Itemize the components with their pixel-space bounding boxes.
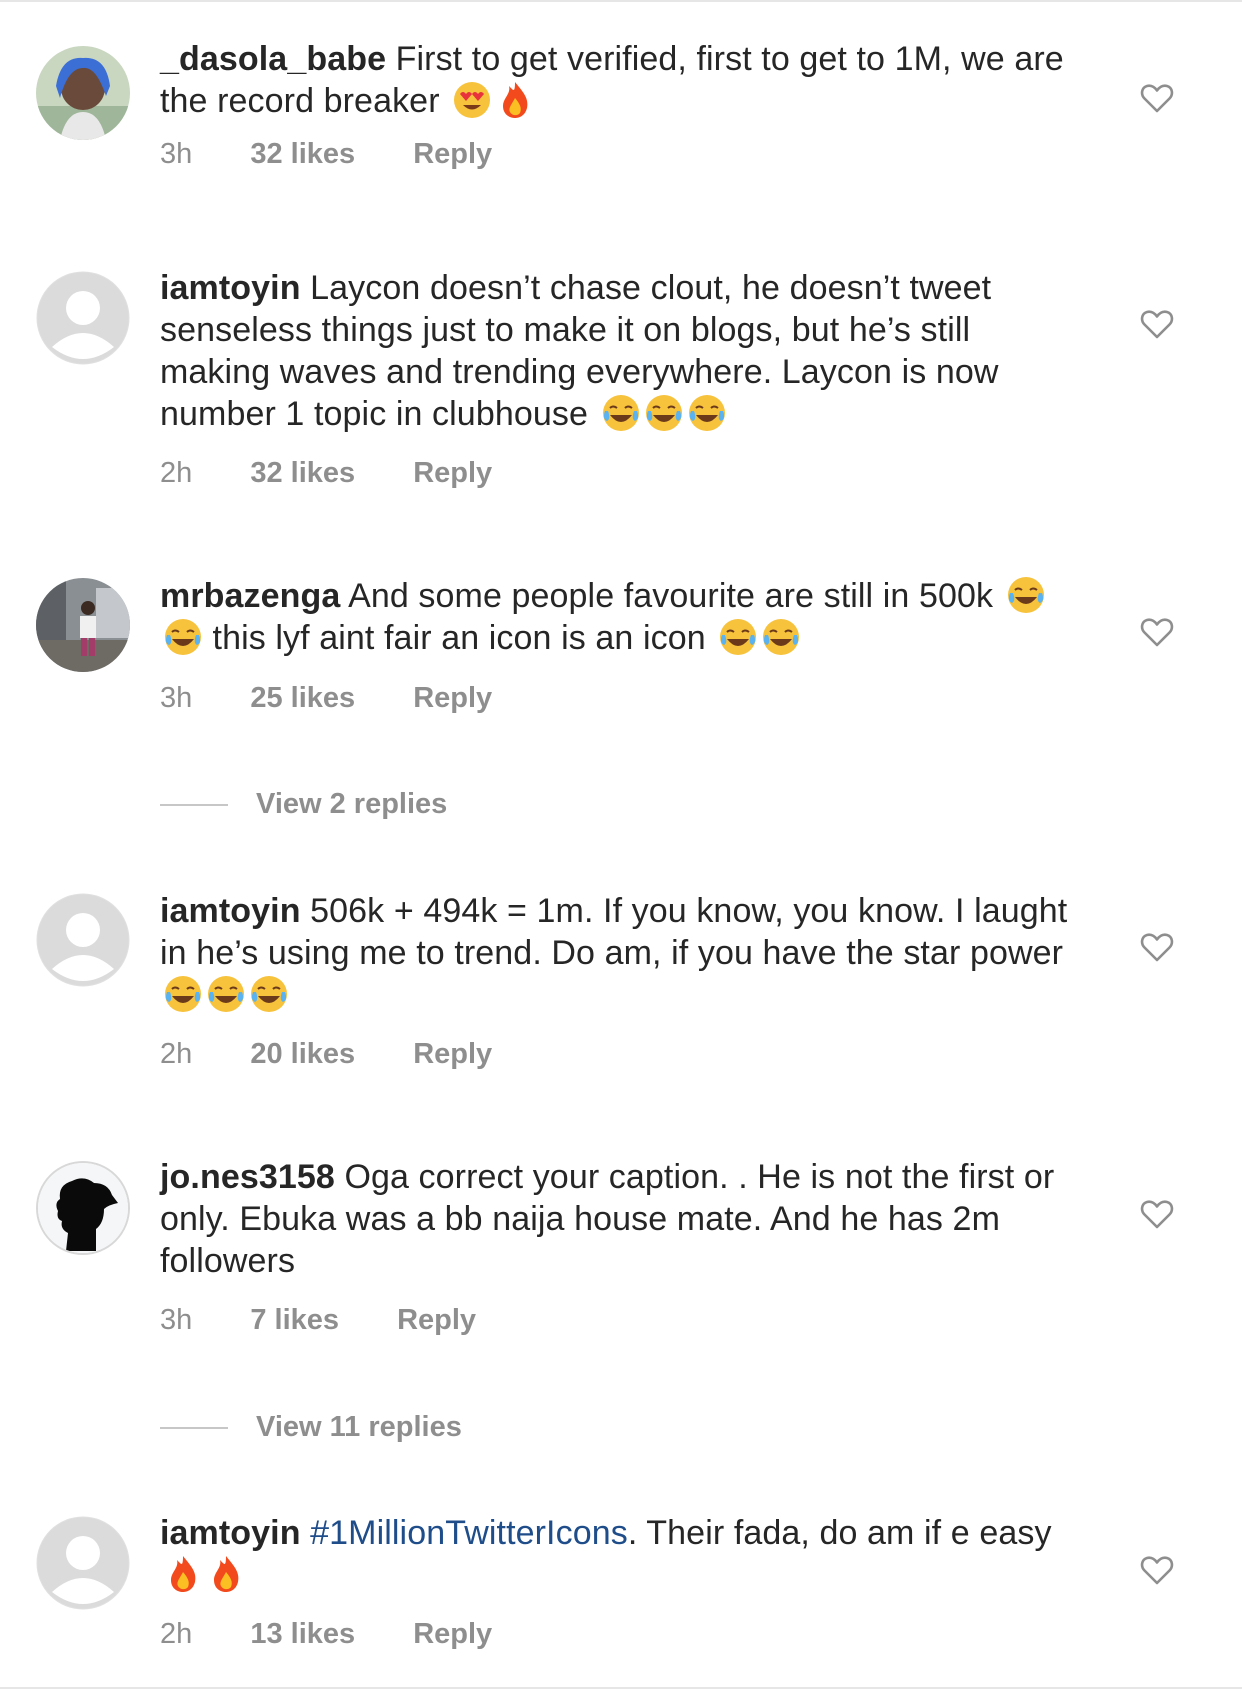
fire-emoji xyxy=(163,1554,203,1594)
tears-of-joy-emoji xyxy=(249,974,289,1014)
user-avatar[interactable] xyxy=(36,1161,130,1255)
user-avatar[interactable] xyxy=(36,1516,130,1610)
comment-likes[interactable]: 13 likes xyxy=(250,1616,355,1652)
top-divider xyxy=(0,0,1242,2)
like-heart-icon[interactable] xyxy=(1139,80,1175,116)
comment-time: 3h xyxy=(160,682,193,714)
tears-of-joy-emoji xyxy=(601,393,641,433)
comment-meta: 3h 32 likes Reply xyxy=(160,136,492,172)
comment-meta: 2h 20 likes Reply xyxy=(160,1036,492,1072)
comment-username[interactable]: _dasola_babe xyxy=(160,40,386,78)
comment-body: iamtoyin 506k + 494k = 1m. If you know, … xyxy=(160,890,1080,1016)
comment-time: 2h xyxy=(160,1618,193,1650)
reply-button[interactable]: Reply xyxy=(397,1302,476,1338)
comment-username[interactable]: mrbazenga xyxy=(160,577,340,615)
hashtag-link[interactable]: #1MillionTwitterIcons xyxy=(310,1514,628,1552)
fire-emoji xyxy=(206,1554,246,1594)
tears-of-joy-emoji xyxy=(206,974,246,1014)
reply-button[interactable]: Reply xyxy=(413,136,492,172)
comment-body: iamtoyin #1MillionTwitterIcons. Their fa… xyxy=(160,1512,1080,1596)
comment-text: And some people favourite are still in 5… xyxy=(348,577,994,615)
like-heart-icon[interactable] xyxy=(1139,614,1175,650)
tears-of-joy-emoji xyxy=(687,393,727,433)
tears-of-joy-emoji xyxy=(1006,575,1046,615)
view-replies-button[interactable]: View 11 replies xyxy=(160,1407,462,1447)
comment-body: _dasola_babe First to get verified, firs… xyxy=(160,38,1080,122)
comment-username[interactable]: iamtoyin xyxy=(160,269,301,307)
bottom-divider xyxy=(0,1687,1242,1689)
like-heart-icon[interactable] xyxy=(1139,1552,1175,1588)
reply-button[interactable]: Reply xyxy=(413,680,492,716)
heart-eyes-emoji xyxy=(452,80,492,120)
comment-body: iamtoyin Laycon doesn’t chase clout, he … xyxy=(160,267,1080,435)
tears-of-joy-emoji xyxy=(163,617,203,657)
comment-username[interactable]: iamtoyin xyxy=(160,1514,301,1552)
comment-meta: 2h 32 likes Reply xyxy=(160,455,492,491)
comment-time: 3h xyxy=(160,1304,193,1336)
comment-meta: 2h 13 likes Reply xyxy=(160,1616,492,1652)
comment-meta: 3h 7 likes Reply xyxy=(160,1302,476,1338)
view-replies-label: View 2 replies xyxy=(256,788,448,820)
comment-meta: 3h 25 likes Reply xyxy=(160,680,492,716)
user-avatar[interactable] xyxy=(36,578,130,672)
comment-time: 2h xyxy=(160,1038,193,1070)
user-avatar[interactable] xyxy=(36,271,130,365)
like-heart-icon[interactable] xyxy=(1139,1196,1175,1232)
user-avatar[interactable] xyxy=(36,46,130,140)
comment-likes[interactable]: 32 likes xyxy=(250,455,355,491)
reply-button[interactable]: Reply xyxy=(413,455,492,491)
comment-username[interactable]: jo.nes3158 xyxy=(160,1158,335,1196)
replies-divider xyxy=(160,1427,228,1430)
comment-likes[interactable]: 20 likes xyxy=(250,1036,355,1072)
view-replies-button[interactable]: View 2 replies xyxy=(160,784,447,824)
comment-username[interactable]: iamtoyin xyxy=(160,892,301,930)
tears-of-joy-emoji xyxy=(163,974,203,1014)
comment-likes[interactable]: 32 likes xyxy=(250,136,355,172)
comment-time: 2h xyxy=(160,457,193,489)
reply-button[interactable]: Reply xyxy=(413,1616,492,1652)
like-heart-icon[interactable] xyxy=(1139,929,1175,965)
user-avatar[interactable] xyxy=(36,893,130,987)
comment-likes[interactable]: 7 likes xyxy=(250,1302,339,1338)
fire-emoji xyxy=(495,80,535,120)
comment-text: this lyf aint fair an icon is an icon xyxy=(212,619,706,657)
tears-of-joy-emoji xyxy=(718,617,758,657)
comment-time: 3h xyxy=(160,138,193,170)
replies-divider xyxy=(160,804,228,807)
comment-body: jo.nes3158 Oga correct your caption. . H… xyxy=(160,1156,1080,1282)
comment-body: mrbazenga And some people favourite are … xyxy=(160,575,1080,659)
tears-of-joy-emoji xyxy=(644,393,684,433)
like-heart-icon[interactable] xyxy=(1139,306,1175,342)
reply-button[interactable]: Reply xyxy=(413,1036,492,1072)
comment-text: . Their fada, do am if e easy xyxy=(627,1514,1052,1552)
view-replies-label: View 11 replies xyxy=(256,1411,462,1443)
comment-likes[interactable]: 25 likes xyxy=(250,680,355,716)
tears-of-joy-emoji xyxy=(761,617,801,657)
